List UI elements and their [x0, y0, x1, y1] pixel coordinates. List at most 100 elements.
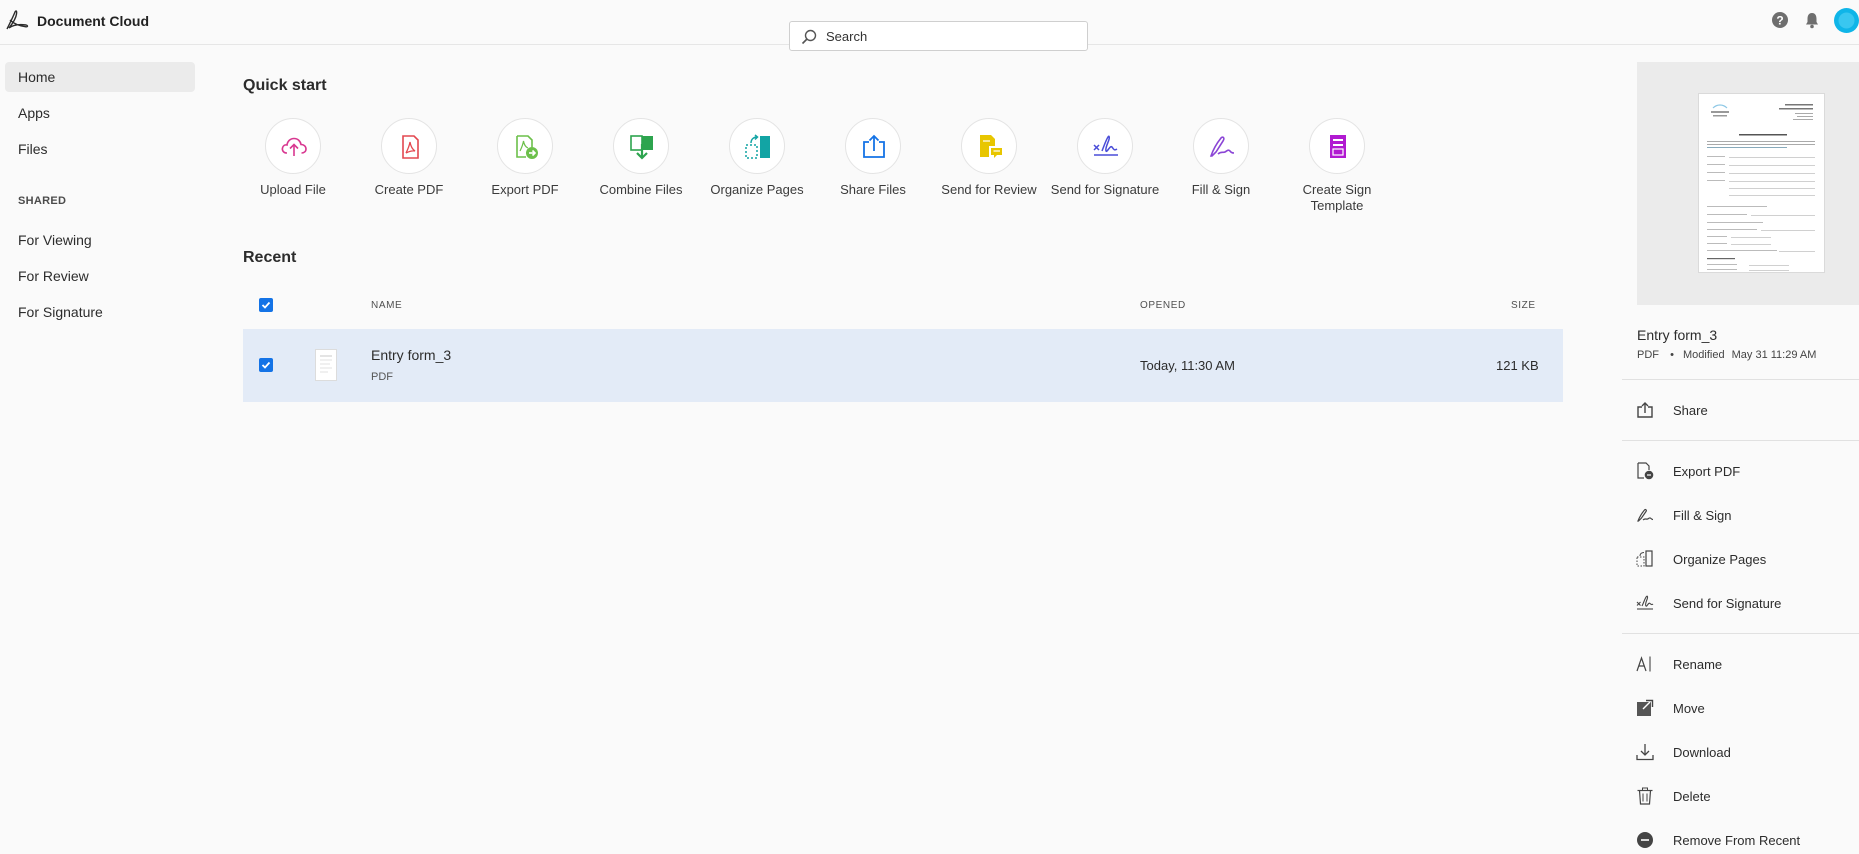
column-header-opened[interactable]: OPENED [1140, 300, 1186, 311]
action-label: Remove From Recent [1673, 833, 1801, 848]
action-label: Share [1673, 403, 1708, 418]
details-modified-date: May 31 11:29 AM [1731, 349, 1817, 361]
organize-pages-icon [1636, 550, 1653, 567]
fill-sign-icon [1209, 136, 1235, 157]
app-title[interactable]: Document Cloud [37, 13, 149, 29]
quick-start-label: Send for Review [941, 182, 1037, 197]
panel-divider [1622, 633, 1859, 634]
action-label: Move [1673, 701, 1705, 716]
move-icon [1637, 699, 1654, 716]
search-input[interactable]: Search [789, 21, 1088, 51]
download-icon [1636, 744, 1654, 761]
nav-item-files[interactable]: Files [5, 134, 195, 164]
file-opened: Today, 11:30 AM [1140, 358, 1235, 373]
quick-start-icon-circle [497, 118, 553, 174]
nav-item-home[interactable]: Home [5, 62, 195, 92]
nav-item-for-review[interactable]: For Review [5, 261, 195, 291]
quick-start-label: Create PDF [374, 182, 444, 197]
quick-start-label: Send for Signature [1050, 182, 1160, 197]
quick-start-label: Fill & Sign [1191, 182, 1251, 197]
details-file-name: Entry form_3 [1637, 327, 1718, 343]
upload-cloud-icon [281, 137, 307, 156]
create-pdf-icon [402, 135, 419, 159]
export-pdf-icon [516, 135, 538, 159]
quick-start-export-pdf[interactable]: Export PDF [470, 118, 580, 198]
avatar[interactable] [1834, 8, 1859, 38]
panel-divider [1622, 440, 1859, 441]
quick-start-share-files[interactable]: Share Files [818, 118, 928, 198]
share-icon [1637, 402, 1653, 418]
nav-shared-heading: SHARED [18, 195, 67, 207]
svg-text:?: ? [1776, 14, 1783, 28]
export-pdf-icon [1637, 462, 1654, 480]
quick-start-icon-circle [961, 118, 1017, 174]
send-signature-icon [1636, 595, 1654, 610]
quick-start-icon-circle [729, 118, 785, 174]
quick-start-label: Organize Pages [710, 182, 804, 197]
organize-pages-icon [745, 134, 770, 159]
search-icon [801, 29, 817, 45]
file-name[interactable]: Entry form_3 [371, 347, 451, 363]
details-modified-label: Modified [1682, 349, 1725, 361]
table-row[interactable]: Entry form_3 PDF Today, 11:30 AM 121 KB [243, 329, 1563, 402]
combine-files-icon [630, 135, 653, 160]
quick-start-icon-circle [613, 118, 669, 174]
action-label: Export PDF [1673, 464, 1741, 479]
quick-start-icon-circle [1193, 118, 1249, 174]
quick-start-icon-circle [265, 118, 321, 174]
quick-start-title: Quick start [243, 77, 327, 94]
action-label: Download [1673, 745, 1731, 760]
details-file-type: PDF [1637, 349, 1659, 361]
send-review-icon [980, 135, 1002, 158]
rename-icon [1636, 656, 1651, 672]
file-thumbnail [315, 349, 337, 381]
action-label: Delete [1673, 789, 1711, 804]
quick-start-combine-files[interactable]: Combine Files [586, 118, 696, 198]
details-meta: PDF • Modified May 31 11:29 AM [1637, 349, 1816, 361]
quick-start-label: Create Sign Template [1302, 182, 1372, 213]
quick-start-label: Combine Files [599, 182, 683, 197]
nav-item-for-viewing[interactable]: For Viewing [5, 225, 195, 255]
details-separator: • [1670, 349, 1674, 361]
panel-divider [1622, 379, 1859, 380]
quick-start-send-for-review[interactable]: Send for Review [934, 118, 1044, 198]
action-label: Send for Signature [1673, 596, 1782, 611]
column-header-name[interactable]: NAME [371, 300, 402, 311]
quick-start-label: Upload File [260, 182, 326, 197]
quick-start-icon-circle [845, 118, 901, 174]
quick-start-icon-circle [381, 118, 437, 174]
quick-start-fill-sign[interactable]: Fill & Sign [1166, 118, 1276, 198]
fill-sign-icon [1637, 509, 1654, 522]
column-header-size[interactable]: SIZE [1511, 300, 1536, 311]
search-placeholder: Search [826, 29, 868, 44]
quick-start-upload-file[interactable]: Upload File [238, 118, 348, 198]
send-signature-icon [1093, 135, 1118, 156]
quick-start-label: Export PDF [491, 182, 559, 197]
help-icon[interactable]: ? [1771, 11, 1789, 34]
document-preview-page [1698, 93, 1825, 273]
acrobat-logo-icon[interactable] [4, 9, 30, 38]
bell-icon[interactable] [1803, 11, 1821, 34]
quick-start-label: Share Files [840, 182, 906, 197]
sign-template-icon [1330, 135, 1346, 158]
recent-title: Recent [243, 249, 297, 266]
file-size: 121 KB [1496, 358, 1539, 373]
quick-start-icon-circle [1077, 118, 1133, 174]
checkmark-icon [261, 301, 271, 309]
action-label: Organize Pages [1673, 552, 1767, 567]
app-header: Document Cloud Search ? [0, 0, 1859, 51]
quick-start-organize-pages[interactable]: Organize Pages [702, 118, 812, 198]
select-all-checkbox[interactable] [259, 298, 273, 312]
quick-start-icon-circle [1309, 118, 1365, 174]
quick-start-send-for-signature[interactable]: Send for Signature [1050, 118, 1160, 198]
nav-item-apps[interactable]: Apps [5, 98, 195, 128]
quick-start-create-pdf[interactable]: Create PDF [354, 118, 464, 198]
trash-icon [1637, 787, 1653, 805]
remove-icon [1637, 832, 1653, 848]
action-label: Fill & Sign [1673, 508, 1732, 523]
file-type: PDF [371, 371, 393, 383]
nav-item-for-signature[interactable]: For Signature [5, 297, 195, 327]
action-label: Rename [1673, 657, 1723, 672]
row-checkbox[interactable] [259, 358, 273, 372]
quick-start-create-sign-template[interactable]: Create Sign Template [1282, 118, 1392, 214]
